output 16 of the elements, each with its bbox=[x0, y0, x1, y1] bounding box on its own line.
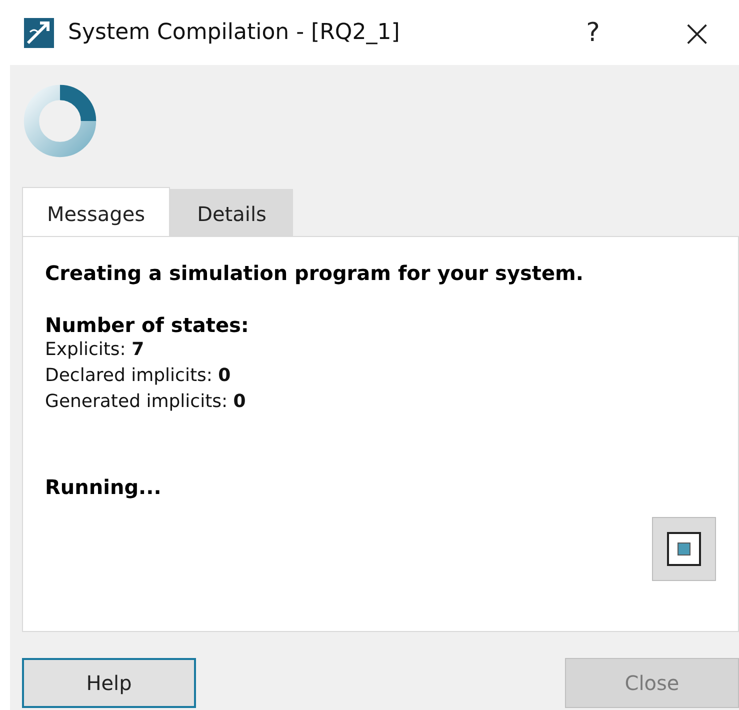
app-logo-icon bbox=[24, 18, 54, 48]
state-count: Generated implicits: 0 bbox=[45, 390, 247, 414]
states-heading: Number of states: bbox=[45, 313, 250, 337]
stop-button[interactable] bbox=[652, 517, 716, 581]
tab[interactable]: Messages bbox=[22, 187, 170, 236]
state-count: Explicits: 7 bbox=[45, 338, 146, 362]
status-text: Running... bbox=[45, 475, 162, 499]
tab[interactable]: Details bbox=[170, 189, 294, 236]
dialog-button[interactable]: Help bbox=[22, 658, 196, 708]
window-title: System Compilation - [RQ2_1] bbox=[68, 20, 401, 45]
spinner-icon bbox=[22, 83, 98, 159]
stop-icon bbox=[667, 532, 701, 566]
help-button[interactable]: ? bbox=[573, 18, 613, 48]
state-count: Declared implicits: 0 bbox=[45, 364, 232, 388]
close-button[interactable]: × bbox=[677, 10, 717, 54]
message-heading: Creating a simulation program for your system. bbox=[45, 261, 584, 285]
